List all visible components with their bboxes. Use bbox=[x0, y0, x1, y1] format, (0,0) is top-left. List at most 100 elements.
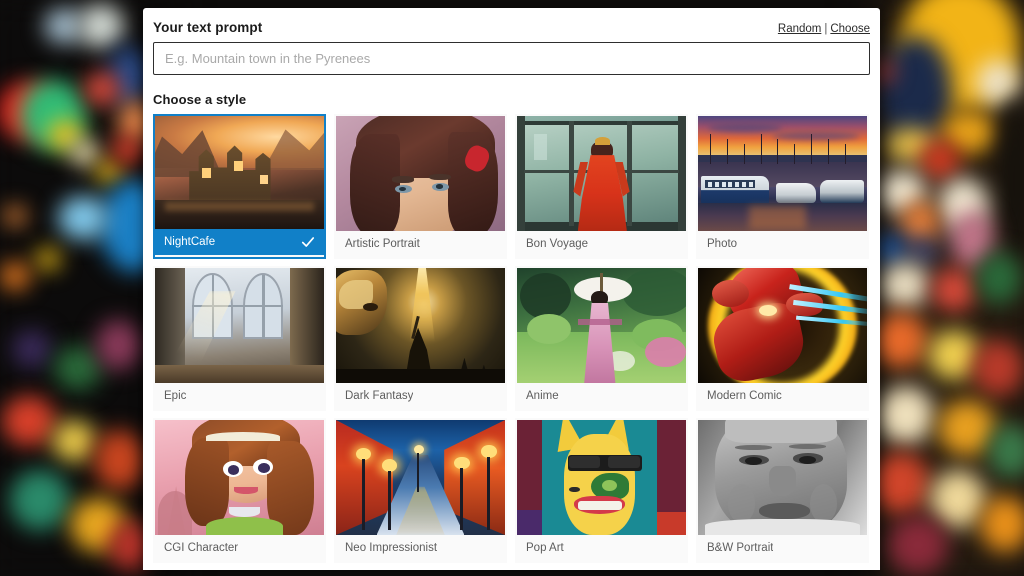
thumb-shape bbox=[728, 181, 733, 187]
thumbnail-scene bbox=[155, 268, 324, 383]
thumb-shape bbox=[262, 274, 266, 340]
backdrop-shape bbox=[4, 206, 26, 226]
thumb-shape bbox=[594, 136, 610, 145]
thumbnail-scene bbox=[517, 116, 686, 231]
thumb-shape bbox=[748, 205, 807, 229]
thumbnail-scene bbox=[698, 420, 867, 535]
thumb-shape bbox=[336, 369, 505, 383]
style-label-row: NightCafe bbox=[155, 229, 324, 255]
style-label: CGI Character bbox=[164, 542, 239, 554]
check-icon bbox=[301, 235, 315, 249]
backdrop-shape bbox=[54, 346, 102, 390]
backdrop-shape bbox=[96, 320, 140, 370]
backdrop-shape bbox=[888, 516, 948, 574]
thumbnail-scene bbox=[698, 268, 867, 383]
thumb-shape bbox=[349, 134, 401, 231]
style-thumbnail bbox=[336, 116, 505, 231]
thumb-shape bbox=[708, 181, 713, 187]
thumb-shape bbox=[517, 509, 543, 535]
style-card-cgi-character[interactable]: CGI Character bbox=[153, 418, 326, 563]
style-card-nightcafe[interactable]: NightCafe bbox=[153, 114, 326, 259]
thumbnail-scene bbox=[517, 268, 686, 383]
backdrop-shape bbox=[70, 140, 100, 166]
thumb-shape bbox=[704, 518, 861, 535]
backdrop-shape bbox=[874, 312, 928, 368]
thumb-shape bbox=[726, 139, 728, 165]
thumb-shape bbox=[363, 302, 379, 311]
backdrop-shape bbox=[10, 470, 70, 530]
prompt-input[interactable] bbox=[153, 42, 870, 75]
thumbnail-scene bbox=[517, 420, 686, 535]
style-thumbnail bbox=[517, 268, 686, 383]
backdrop-shape bbox=[880, 262, 930, 308]
style-card-dark-fantasy[interactable]: Dark Fantasy bbox=[334, 266, 507, 411]
style-thumbnail bbox=[155, 116, 324, 229]
style-thumbnail bbox=[336, 420, 505, 535]
thumb-shape bbox=[828, 139, 830, 165]
backdrop-shape bbox=[972, 340, 1024, 396]
backdrop-shape bbox=[0, 262, 30, 290]
thumb-shape bbox=[409, 268, 435, 342]
style-card-b-w-portrait[interactable]: B&W Portrait bbox=[696, 418, 869, 563]
header-links: Random | Choose bbox=[778, 23, 870, 35]
style-label-row: CGI Character bbox=[155, 535, 324, 561]
style-thumbnail bbox=[336, 268, 505, 383]
style-card-modern-comic[interactable]: Modern Comic bbox=[696, 266, 869, 411]
thumbnail-scene bbox=[155, 420, 324, 535]
thumb-shape bbox=[569, 455, 600, 469]
style-label-row: Neo Impressionist bbox=[336, 535, 505, 561]
thumb-shape bbox=[533, 134, 548, 160]
style-card-neo-impressionist[interactable]: Neo Impressionist bbox=[334, 418, 507, 563]
style-thumbnail bbox=[698, 268, 867, 383]
style-label: Modern Comic bbox=[707, 390, 782, 402]
style-card-epic[interactable]: Epic bbox=[153, 266, 326, 411]
thumb-shape bbox=[577, 500, 622, 510]
backdrop-shape bbox=[112, 136, 142, 164]
thumb-shape bbox=[523, 120, 680, 126]
thumbnail-scene bbox=[336, 268, 505, 383]
thumb-shape bbox=[748, 181, 753, 187]
style-thumbnail bbox=[517, 420, 686, 535]
style-label-row: Modern Comic bbox=[698, 383, 867, 409]
thumb-shape bbox=[487, 456, 491, 531]
style-label: Dark Fantasy bbox=[345, 390, 414, 402]
thumb-shape bbox=[569, 486, 580, 493]
thumb-shape bbox=[577, 318, 622, 326]
thumb-shape bbox=[258, 462, 270, 473]
choose-prompt-link[interactable]: Choose bbox=[830, 23, 870, 35]
backdrop-shape bbox=[932, 268, 976, 312]
thumb-shape bbox=[698, 155, 867, 162]
backdrop-shape bbox=[78, 4, 124, 48]
style-label-row: Photo bbox=[698, 231, 867, 257]
style-label: Epic bbox=[164, 390, 187, 402]
random-prompt-link[interactable]: Random bbox=[778, 23, 821, 35]
thumb-shape bbox=[721, 181, 726, 187]
thumb-shape bbox=[155, 364, 324, 383]
style-card-bon-voyage[interactable]: Bon Voyage bbox=[515, 114, 688, 259]
style-label-row: Anime bbox=[517, 383, 686, 409]
thumb-shape bbox=[657, 512, 686, 535]
style-card-artistic-portrait[interactable]: Artistic Portrait bbox=[334, 114, 507, 259]
thumb-shape bbox=[758, 502, 810, 519]
thumb-shape bbox=[809, 484, 837, 524]
thumbnail-scene bbox=[336, 420, 505, 535]
choose-style-label: Choose a style bbox=[153, 92, 247, 107]
style-card-photo[interactable]: Photo bbox=[696, 114, 869, 259]
thumb-shape bbox=[234, 161, 243, 172]
style-thumbnail bbox=[698, 116, 867, 231]
thumb-shape bbox=[760, 134, 762, 165]
backdrop-shape bbox=[12, 330, 52, 368]
thumb-shape bbox=[428, 173, 451, 181]
style-label: B&W Portrait bbox=[707, 542, 774, 554]
style-label: Pop Art bbox=[526, 542, 564, 554]
style-card-anime[interactable]: Anime bbox=[515, 266, 688, 411]
backdrop-shape bbox=[920, 140, 960, 180]
style-card-pop-art[interactable]: Pop Art bbox=[515, 418, 688, 563]
thumb-shape bbox=[202, 167, 211, 179]
thumb-shape bbox=[387, 470, 391, 531]
style-label-row: B&W Portrait bbox=[698, 535, 867, 561]
style-thumbnail bbox=[517, 116, 686, 231]
thumb-shape bbox=[714, 181, 719, 187]
style-label: Artistic Portrait bbox=[345, 238, 420, 250]
thumb-shape bbox=[709, 134, 711, 165]
